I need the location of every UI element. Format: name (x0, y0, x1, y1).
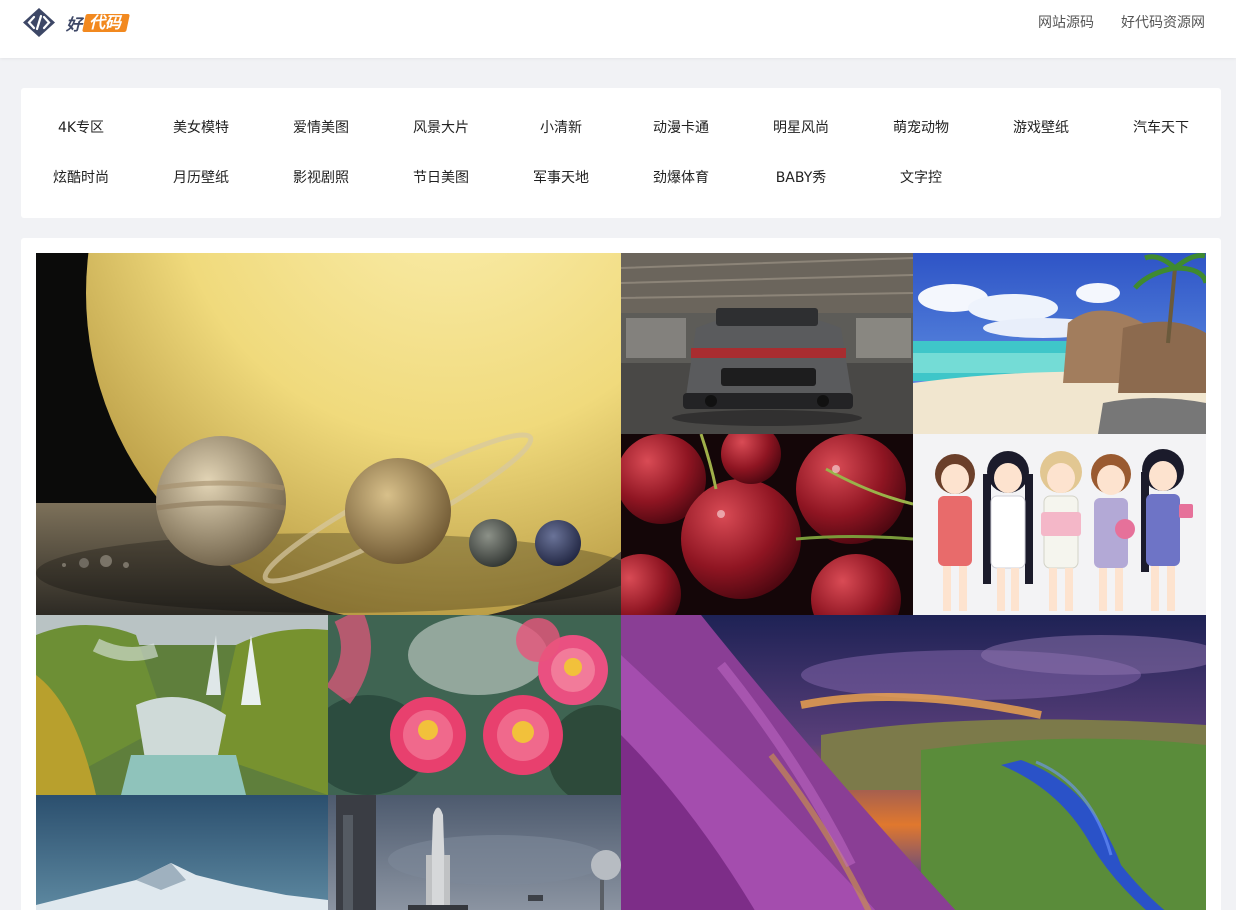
logo-text-badge-label: 代码 (89, 12, 122, 32)
wallpaper-gallery (21, 238, 1221, 910)
gallery-image-tropical-beach[interactable] (913, 253, 1206, 434)
logo-text-badge: 代码 (82, 12, 130, 32)
category-sports[interactable]: 劲爆体育 (621, 169, 741, 187)
category-anime[interactable]: 动漫卡通 (621, 119, 741, 137)
category-fresh[interactable]: 小清新 (501, 119, 621, 137)
gallery-image-cherries[interactable] (621, 434, 913, 615)
nav-link-resource-site[interactable]: 好代码资源网 (1121, 14, 1205, 32)
category-games[interactable]: 游戏壁纸 (981, 119, 1101, 137)
category-military[interactable]: 军事天地 (501, 169, 621, 187)
logo-text-main: 好 (66, 14, 83, 34)
sports-car-image (621, 253, 913, 434)
tropical-beach-image (913, 253, 1206, 434)
category-text[interactable]: 文字控 (861, 169, 981, 187)
gallery-image-waterfall[interactable] (36, 615, 328, 795)
planets-image (36, 253, 621, 615)
category-love[interactable]: 爱情美图 (261, 119, 381, 137)
logo-wordmark: 好 代码 (66, 11, 130, 35)
top-header: 好 代码 网站源码 好代码资源网 (0, 0, 1236, 58)
category-panel: 4K专区 美女模特 爱情美图 风景大片 小清新 动漫卡通 明星风尚 萌宠动物 游… (21, 88, 1221, 218)
anime-girls-image (913, 434, 1206, 615)
category-celebrity[interactable]: 明星风尚 (741, 119, 861, 137)
pink-camellia-image (328, 615, 621, 795)
cherries-image (621, 434, 913, 615)
category-holiday[interactable]: 节日美图 (381, 169, 501, 187)
gallery-image-sports-car[interactable] (621, 253, 913, 434)
gallery-image-purple-hillside[interactable] (621, 615, 1206, 910)
code-logo-icon (23, 8, 55, 37)
waterfall-image (36, 615, 328, 795)
snowy-mountain-image (36, 795, 328, 910)
category-pets[interactable]: 萌宠动物 (861, 119, 981, 137)
category-movie-stills[interactable]: 影视剧照 (261, 169, 381, 187)
top-nav: 网站源码 好代码资源网 (1038, 14, 1205, 32)
category-cool-fashion[interactable]: 炫酷时尚 (21, 169, 141, 187)
gallery-image-planets[interactable] (36, 253, 621, 615)
category-calendar[interactable]: 月历壁纸 (141, 169, 261, 187)
category-cars[interactable]: 汽车天下 (1101, 119, 1221, 137)
category-4k[interactable]: 4K专区 (21, 119, 141, 137)
category-baby[interactable]: BABY秀 (741, 169, 861, 187)
gallery-image-anime-girls[interactable] (913, 434, 1206, 615)
purple-hillside-image (621, 615, 1206, 910)
space-shuttle-image (328, 795, 621, 910)
category-landscape[interactable]: 风景大片 (381, 119, 501, 137)
gallery-image-pink-camellia[interactable] (328, 615, 621, 795)
gallery-image-snowy-mountain[interactable] (36, 795, 328, 910)
nav-link-source-code[interactable]: 网站源码 (1038, 14, 1094, 32)
gallery-image-space-shuttle[interactable] (328, 795, 621, 910)
category-beauty-model[interactable]: 美女模特 (141, 119, 261, 137)
site-logo[interactable]: 好 代码 (22, 7, 130, 38)
